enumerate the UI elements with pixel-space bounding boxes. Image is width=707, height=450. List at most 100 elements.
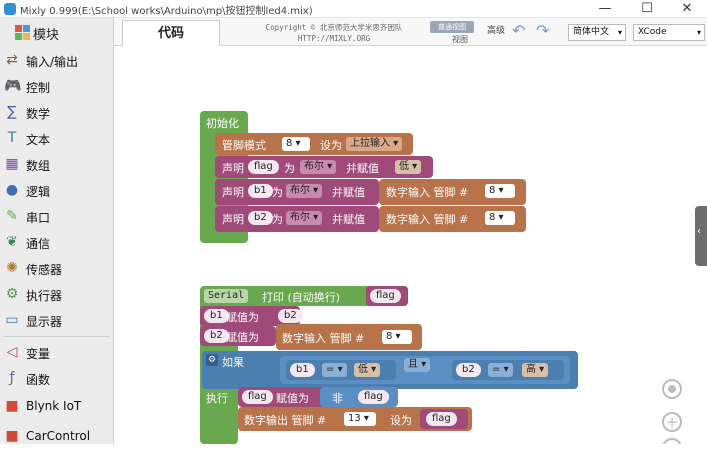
assign-b2-label: 赋值为 [226,331,259,344]
and-op-dropdown[interactable]: 且 ▾ [404,358,431,372]
sidebar-item-12[interactable]: ƒ 函数 [0,366,114,392]
redo-icon[interactable]: ↷ [536,23,552,39]
declare-flag-type-dropdown[interactable]: 布尔 ▾ [300,160,337,174]
language-select[interactable]: 简体中文 ▾ [568,24,626,41]
zoom-in-icon[interactable]: + [662,412,682,432]
sidebar-item-7[interactable]: ❦ 通信 [0,230,114,256]
bulb-icon: ● [5,182,19,198]
assign-b2-pin-value: 8 [386,331,393,342]
zoom-out-icon[interactable]: − [662,438,682,444]
digital-write-pin-dropdown[interactable]: 13 ▾ [344,412,376,426]
close-button[interactable]: ✕ [667,0,707,18]
sidebar-item-5[interactable]: ● 逻辑 [0,178,114,204]
sidebar-item-3[interactable]: T 文本 [0,126,114,152]
declare-b1-type-dropdown[interactable]: 布尔 ▾ [286,184,323,198]
compare1-rhs-value: 低 [358,364,368,375]
actuator-icon: ⚙ [5,286,19,302]
declare-flag-label: 声明 [222,162,244,175]
view-label: 视图 [452,35,468,44]
sidebar-item-11[interactable]: ◁ 变量 [0,340,114,366]
maximize-button[interactable]: ☐ [627,0,667,18]
serial-arg-var[interactable]: flag [370,289,401,303]
chevron-down-icon: ▾ [696,28,701,37]
declare-b2-pin-dropdown[interactable]: 8 ▾ [485,211,515,225]
sidebar-item-14[interactable]: ■ CarControl [0,424,114,450]
theme-select[interactable]: XCode ▾ [633,24,705,41]
compare1-op-dropdown[interactable]: = ▾ [322,363,347,377]
serial-print-label: 打印 (自动换行) [262,291,341,304]
sidebar-divider [4,336,110,337]
sidebar-item-2[interactable]: ∑ 数学 [0,100,114,126]
declare-flag-value: 低 [399,161,409,172]
assign-b1-src[interactable]: b2 [278,309,303,323]
compare1-op-value: = [326,364,335,375]
and-op-value: 且 [408,359,418,370]
digital-write-arg-var[interactable]: flag [426,412,457,426]
sidebar-item-6[interactable]: ✎ 串口 [0,204,114,230]
declare-b1-pin-dropdown[interactable]: 8 ▾ [485,184,515,198]
declare-b1-read-label: 数字输入 管脚 # [386,186,469,199]
sidebar-item-4[interactable]: ▦ 数组 [0,152,114,178]
setup-hat-label: 初始化 [206,117,239,130]
assign-flag-var[interactable]: flag [242,390,273,404]
compare1-lhs[interactable]: b1 [290,363,315,377]
sidebar-header: 模块 [0,18,114,48]
sidebar-item-0[interactable]: ⇄ 输入/输出 [0,48,114,74]
copyright-line-1: Copyright © 北京师范大学米思齐团队 [265,23,403,32]
compare1-rhs-dropdown[interactable]: 低 ▾ [354,363,381,377]
sidebar-item-label: 数组 [26,159,51,173]
cube-icon: ■ [5,428,19,444]
app-logo-icon [4,3,16,15]
compare2-op-dropdown[interactable]: = ▾ [488,363,513,377]
sidebar-item-label: 传感器 [26,263,63,277]
undo-icon[interactable]: ↶ [512,23,528,39]
text-icon: T [7,130,17,146]
puzzle-icon [15,25,30,40]
sidebar-item-label: 通信 [26,237,51,251]
declare-b2-var[interactable]: b2 [248,211,273,225]
block-workspace[interactable]: 初始化 管脚模式 8 ▾ 设为 上拉输入 ▾ 声明 flag 为 布尔 ▾ 并赋… [114,46,707,444]
assign-b2-pin-dropdown[interactable]: 8 ▾ [382,330,412,344]
compare2-op-value: = [492,364,501,375]
compare2-lhs[interactable]: b2 [456,363,481,377]
view-toggle[interactable]: 普通视图 [430,21,474,33]
minimize-button[interactable]: — [585,0,625,18]
pinmode-label: 管脚模式 [222,139,266,152]
compare2-rhs-dropdown[interactable]: 高 ▾ [522,363,549,377]
serial-dropdown[interactable]: Serial [204,289,249,303]
sidebar-item-1[interactable]: 🎮 控制 [0,74,114,100]
pinmode-mode-value: 上拉输入 [350,138,390,149]
declare-flag-as: 为 [284,162,295,175]
not-arg-var[interactable]: flag [358,390,389,404]
sidebar-item-10[interactable]: ▭ 显示器 [0,308,114,334]
pinmode-pin-value: 8 [286,138,293,149]
toolbox-flyout-tab[interactable]: ‹ [695,206,707,266]
pinmode-pin-dropdown[interactable]: 8 ▾ [282,137,310,151]
sidebar-item-13[interactable]: ■ Blynk IoT [0,394,114,420]
digital-write-label: 数字输出 管脚 # [244,414,327,427]
assign-b2-var[interactable]: b2 [204,329,229,343]
function-icon: ƒ [9,370,15,386]
declare-b1-var[interactable]: b1 [248,184,273,198]
language-value: 简体中文 [573,27,610,37]
declare-b1-type-value: 布尔 [290,185,310,196]
not-label: 非 [332,392,343,405]
declare-flag-type-value: 布尔 [304,161,324,172]
sidebar-item-9[interactable]: ⚙ 执行器 [0,282,114,308]
assign-b1-var[interactable]: b1 [204,309,229,323]
declare-b2-type-dropdown[interactable]: 布尔 ▾ [286,211,323,225]
pinmode-mode-dropdown[interactable]: 上拉输入 ▾ [346,137,403,151]
advanced-toggle[interactable]: 高级 [487,23,505,36]
variable-icon: ◁ [6,344,18,360]
compare2-rhs-value: 高 [526,364,536,375]
recenter-icon[interactable] [662,379,682,399]
declare-flag-var[interactable]: flag [248,160,279,174]
view-toggle-label: 普通视图 [438,23,466,31]
declare-flag-value-dropdown[interactable]: 低 ▾ [395,160,422,174]
gear-icon[interactable]: ⚙ [206,354,218,366]
declare-b2-read-label: 数字输入 管脚 # [386,213,469,226]
sidebar-item-8[interactable]: ✺ 传感器 [0,256,114,282]
tab-code[interactable]: 代码 [122,20,220,46]
copyright-line-2: HTTP://MIXLY.ORG [297,34,371,43]
if-label: 如果 [222,356,244,369]
